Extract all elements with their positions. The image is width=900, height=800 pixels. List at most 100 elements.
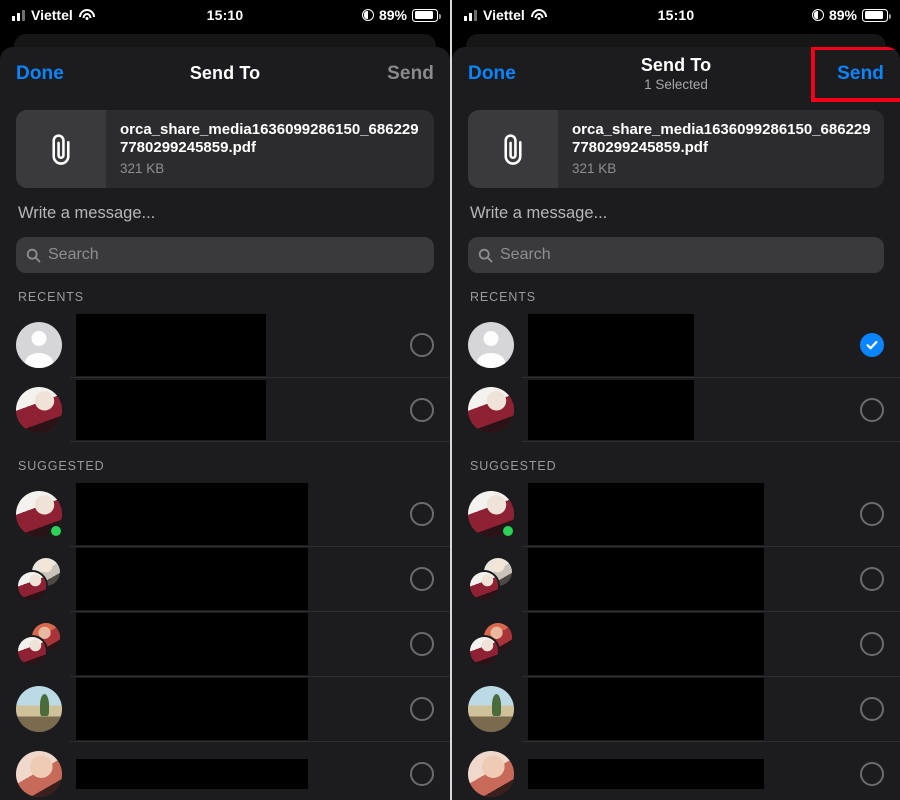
select-checkbox[interactable] [860, 332, 884, 357]
contact-row[interactable] [0, 377, 450, 442]
contact-name-redacted [528, 313, 694, 376]
group-avatar [16, 620, 62, 667]
phone-screen-after: Viettel 15:10 89% Done Send To 1 Selecte… [450, 0, 900, 800]
section-header-suggested: SUGGESTED [18, 459, 105, 473]
share-sheet: Done Send To Send orca_share_media163609… [0, 47, 450, 800]
battery-icon [412, 8, 441, 22]
contact-name-redacted [528, 677, 764, 740]
contact-name-redacted [76, 547, 308, 610]
battery-percent: 89% [378, 7, 407, 23]
contact-name-redacted [528, 547, 764, 610]
sheet-header: Done Send To 1 Selected Send [452, 47, 900, 102]
contact-row[interactable] [0, 546, 450, 611]
contact-row[interactable] [0, 676, 450, 741]
battery-icon [862, 8, 891, 22]
done-button[interactable]: Done [468, 63, 516, 85]
contact-name-redacted [528, 379, 694, 440]
contact-row[interactable] [0, 741, 450, 800]
section-header-suggested: SUGGESTED [470, 459, 557, 473]
contact-name-redacted [528, 482, 764, 545]
select-checkbox[interactable] [410, 501, 434, 526]
contact-name-redacted [528, 758, 764, 789]
avatar [468, 750, 514, 797]
avatar [468, 386, 514, 433]
select-checkbox[interactable] [860, 696, 884, 721]
contact-row[interactable] [452, 546, 900, 611]
select-checkbox[interactable] [410, 696, 434, 721]
avatar [16, 321, 62, 368]
avatar [16, 490, 63, 538]
contact-row[interactable] [452, 481, 900, 546]
search-icon [26, 248, 41, 262]
avatar [16, 386, 62, 433]
select-checkbox[interactable] [410, 631, 434, 656]
search-input[interactable]: Search [468, 237, 884, 273]
page-title: Send To [189, 63, 261, 83]
contact-name-redacted [76, 379, 266, 440]
wifi-icon [78, 9, 95, 21]
sheet-header: Done Send To Send [0, 47, 450, 100]
done-button[interactable]: Done [16, 63, 64, 85]
send-button[interactable]: Send [387, 63, 434, 85]
attachment-filename: orca_share_media1636099286150_6862297780… [120, 121, 419, 156]
contact-name-redacted [76, 612, 308, 675]
select-checkbox[interactable] [410, 566, 434, 591]
paperclip-icon [468, 110, 558, 188]
group-avatar [468, 555, 514, 602]
share-sheet: Done Send To 1 Selected Send orca_share_… [452, 47, 900, 800]
contact-row[interactable] [452, 676, 900, 741]
comparison-screenshot: Viettel 15:10 89% Done Send To Send orca… [0, 0, 900, 800]
signal-bars-icon [12, 9, 25, 21]
contact-row[interactable] [0, 481, 450, 546]
avatar [16, 685, 62, 732]
checkmark-icon [866, 340, 878, 349]
attachment-size: 321 KB [120, 161, 165, 176]
select-checkbox[interactable] [860, 397, 884, 422]
contact-row[interactable] [0, 312, 450, 377]
phone-screen-before: Viettel 15:10 89% Done Send To Send orca… [0, 0, 450, 800]
select-checkbox[interactable] [410, 397, 434, 422]
select-checkbox[interactable] [860, 566, 884, 591]
contact-row[interactable] [0, 611, 450, 676]
group-avatar [16, 555, 62, 602]
location-arrow-icon [361, 9, 374, 21]
search-placeholder: Search [48, 246, 99, 263]
avatar [16, 750, 62, 797]
attachment-size: 321 KB [572, 161, 617, 176]
contact-name-redacted [76, 758, 308, 789]
wifi-icon [530, 9, 547, 21]
selection-count: 1 Selected [644, 77, 708, 92]
contact-row[interactable] [452, 312, 900, 377]
attachment-filename: orca_share_media1636099286150_6862297780… [572, 121, 871, 156]
select-checkbox[interactable] [860, 761, 884, 786]
signal-bars-icon [464, 9, 477, 21]
attachment-card[interactable]: orca_share_media1636099286150_6862297780… [468, 110, 884, 188]
carrier-label: Viettel [31, 7, 73, 23]
message-placeholder: Write a message... [470, 204, 608, 222]
contact-name-redacted [76, 313, 266, 376]
search-placeholder: Search [500, 246, 551, 263]
select-checkbox[interactable] [860, 631, 884, 656]
select-checkbox[interactable] [410, 761, 434, 786]
select-checkbox[interactable] [860, 501, 884, 526]
message-input[interactable]: Write a message... [0, 188, 450, 223]
online-indicator [501, 523, 515, 538]
header-title-group: Send To 1 Selected [452, 47, 900, 100]
message-input[interactable]: Write a message... [452, 188, 900, 223]
select-checkbox[interactable] [410, 332, 434, 357]
contact-row[interactable] [452, 611, 900, 676]
contact-row[interactable] [452, 741, 900, 800]
contact-name-redacted [528, 612, 764, 675]
group-avatar [468, 620, 514, 667]
search-icon [478, 248, 493, 262]
section-header-recents: RECENTS [18, 290, 85, 304]
contact-row[interactable] [452, 377, 900, 442]
battery-percent: 89% [828, 7, 857, 23]
paperclip-icon [16, 110, 106, 188]
avatar [468, 321, 514, 368]
avatar [468, 490, 515, 538]
attachment-card[interactable]: orca_share_media1636099286150_6862297780… [16, 110, 434, 188]
send-button[interactable]: Send [837, 63, 884, 85]
search-input[interactable]: Search [16, 237, 434, 273]
avatar [468, 685, 514, 732]
